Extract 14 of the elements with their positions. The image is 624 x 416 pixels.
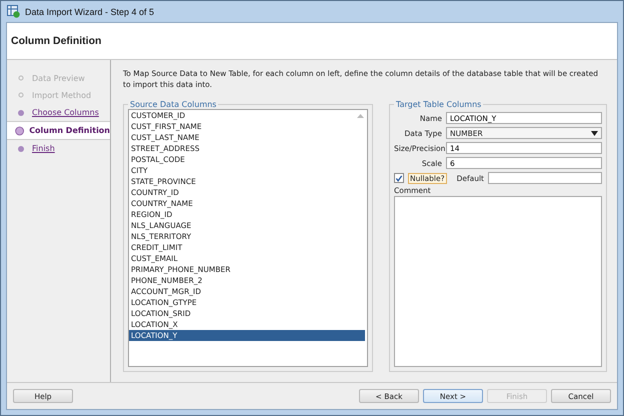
nullable-checkbox[interactable] [394, 173, 404, 183]
step-icon [14, 124, 26, 138]
window-title: Data Import Wizard - Step 4 of 5 [25, 6, 154, 16]
page-title: Column Definition [11, 35, 102, 47]
group-title: Source Data Columns [129, 100, 218, 109]
step-item[interactable]: Finish [7, 140, 110, 157]
comment-field[interactable] [394, 196, 602, 367]
app-icon [7, 5, 20, 18]
group-title: Target Table Columns [395, 100, 482, 109]
dropdown-arrow-icon [591, 130, 598, 136]
default-field[interactable] [488, 172, 602, 184]
scroll-up-icon [357, 113, 364, 119]
step-item[interactable]: Choose Columns [7, 104, 110, 121]
current-step[interactable]: Column Definition [7, 121, 110, 140]
